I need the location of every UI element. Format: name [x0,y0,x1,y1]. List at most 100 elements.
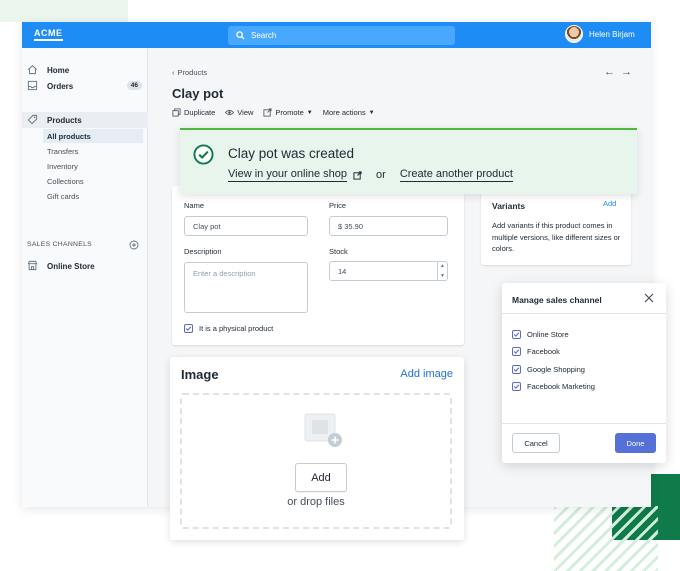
sidebar-item-label: Home [47,65,70,75]
sidebar-subitem-transfers[interactable]: Transfers [43,144,143,158]
modal-divider [502,423,666,424]
stock-stepper[interactable]: ▲ ▼ [437,261,447,281]
view-online-shop-link[interactable]: View in your online shop [228,168,348,182]
create-another-product-link[interactable]: Create another product [399,168,513,182]
add-image-link[interactable]: Add image [400,368,453,380]
channel-checkbox-google-shopping[interactable]: Google Shopping [512,365,585,374]
channel-label: Online Store [527,330,569,339]
search-icon [236,31,245,40]
external-link-icon [263,108,272,117]
app-logo[interactable]: ACME [34,28,63,41]
sidebar-item-label: Products [47,115,82,125]
variants-description: Add variants if this product comes in mu… [492,221,621,253]
duplicate-icon [172,108,181,117]
toast-or-text: or [376,169,386,181]
sidebar-subitem-collections[interactable]: Collections [43,174,143,188]
search-bar[interactable] [228,26,455,45]
image-card: Image Add image Add or drop files [170,357,464,540]
sidebar-item-online-store[interactable]: Online Store [22,258,148,274]
orders-count-badge: 46 [126,81,142,90]
user-menu[interactable]: Helen Birjam [565,25,635,43]
stock-label: Stock [329,247,348,256]
price-label: Price [329,201,347,210]
sidebar-item-home[interactable]: Home [22,62,148,78]
checkbox-checked[interactable] [512,382,521,391]
stepper-up-icon[interactable]: ▲ [440,263,445,269]
done-button[interactable]: Done [615,433,656,453]
name-input[interactable] [184,216,308,236]
view-label: View [237,108,254,117]
stepper-down-icon[interactable]: ▼ [440,273,445,279]
channel-checkbox-facebook-marketing[interactable]: Facebook Marketing [512,382,595,391]
add-variant-link[interactable]: Add [603,199,616,208]
checkbox-checked[interactable] [512,347,521,356]
variants-title: Variants [492,201,526,211]
add-file-button[interactable]: Add [295,463,347,492]
success-toast: Clay pot was created View in your online… [180,128,637,194]
product-actions: Duplicate View Promote ▼ More actions ▼ [172,108,375,117]
inbox-icon [27,80,38,91]
next-arrow-icon[interactable]: → [621,66,632,78]
checkmark-icon [185,326,192,331]
channel-label: Facebook Marketing [527,382,595,391]
checkbox-checked[interactable] [184,324,193,333]
checkmark-icon [513,384,520,389]
store-icon [27,260,38,271]
stock-input[interactable] [329,261,448,281]
more-actions-label: More actions [322,108,366,117]
previous-arrow-icon[interactable]: ← [604,66,615,78]
avatar[interactable] [565,25,583,43]
checkmark-icon [513,349,520,354]
sidebar-item-products[interactable]: Products [22,112,148,128]
channel-checkbox-facebook[interactable]: Facebook [512,347,560,356]
check-circle-icon [193,144,214,165]
caret-down-icon: ▼ [306,109,313,116]
promote-button[interactable]: Promote ▼ [263,108,313,117]
search-input[interactable] [251,31,431,40]
toast-links: View in your online shop or Create anoth… [228,168,513,182]
more-actions-button[interactable]: More actions ▼ [323,108,375,117]
checkmark-icon [513,332,520,337]
breadcrumb-back-link[interactable]: ‹ Products [172,68,207,77]
drop-files-text: or drop files [287,496,345,508]
sidebar-item-label: Online Store [47,261,95,271]
toast-title: Clay pot was created [228,146,355,161]
manage-sales-channel-modal: Manage sales channel Online Store Facebo… [502,283,666,463]
description-textarea[interactable] [184,262,308,313]
add-channel-icon[interactable] [129,240,139,250]
name-label: Name [184,201,205,210]
duplicate-button[interactable]: Duplicate [172,108,215,117]
sidebar-item-label: Orders [47,81,74,91]
sidebar-subitem-gift-cards[interactable]: Gift cards [43,189,143,203]
image-card-title: Image [181,367,219,382]
sidebar-subitem-inventory[interactable]: Inventory [43,159,143,173]
tag-icon [27,114,38,125]
external-link-icon[interactable] [353,170,362,180]
checkmark-icon [513,367,520,372]
checkbox-checked[interactable] [512,330,521,339]
channel-checkbox-online-store[interactable]: Online Store [512,330,569,339]
sidebar-subitem-all-products[interactable]: All products [43,129,143,143]
decor-stripes [554,506,658,571]
close-icon[interactable] [643,292,655,304]
sales-channels-heading: SALES CHANNELS [27,241,93,248]
caret-down-icon: ▼ [368,109,375,116]
cancel-button[interactable]: Cancel [512,433,560,453]
chevron-left-icon: ‹ [172,68,175,77]
view-button[interactable]: View [225,108,253,117]
home-icon [28,65,37,75]
physical-product-checkbox[interactable]: It is a physical product [184,324,273,333]
image-dropzone[interactable]: Add or drop files [180,393,452,529]
channel-label: Google Shopping [527,365,585,374]
modal-title: Manage sales channel [512,295,602,305]
physical-product-label: It is a physical product [199,324,274,333]
price-input[interactable] [329,216,448,236]
sidebar-item-orders[interactable]: Orders 46 [22,78,148,94]
page-title: Clay pot [172,86,224,101]
sidebar: Home Orders 46 Products All products Tra… [22,48,148,507]
breadcrumb-label: Products [177,68,208,77]
eye-icon [225,110,235,115]
checkbox-checked[interactable] [512,365,521,374]
duplicate-label: Duplicate [184,108,216,117]
promote-label: Promote [275,108,304,117]
